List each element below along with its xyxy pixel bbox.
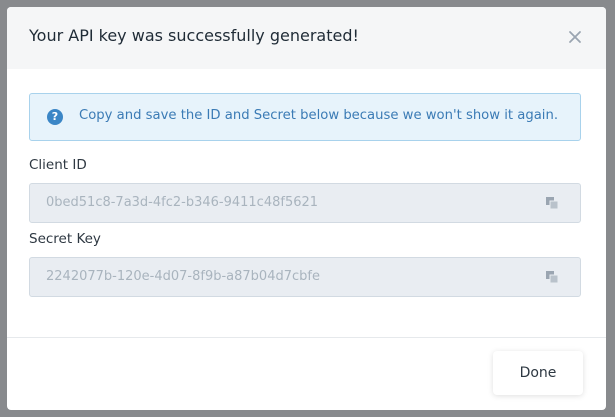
done-button[interactable]: Done — [493, 351, 583, 395]
modal-header: Your API key was successfully generated! — [7, 7, 606, 69]
close-button[interactable] — [565, 27, 585, 47]
copy-secret-key-button[interactable] — [545, 270, 559, 284]
alert-message: Copy and save the ID and Secret below be… — [79, 108, 559, 123]
info-alert: ? Copy and save the ID and Secret below … — [29, 93, 581, 141]
modal-title: Your API key was successfully generated! — [29, 26, 359, 45]
footer-divider — [7, 337, 606, 338]
close-icon — [569, 31, 581, 43]
client-id-label: Client ID — [29, 157, 87, 173]
question-circle-icon: ? — [47, 109, 63, 125]
secret-key-value[interactable]: 2242077b-120e-4d07-8f9b-a87b04d7cbfe — [46, 269, 320, 284]
secret-key-field[interactable]: 2242077b-120e-4d07-8f9b-a87b04d7cbfe — [29, 257, 581, 297]
client-id-field[interactable]: 0bed51c8-7a3d-4fc2-b346-9411c48f5621 — [29, 183, 581, 223]
api-key-modal: Your API key was successfully generated!… — [7, 7, 606, 410]
secret-key-label: Secret Key — [29, 231, 101, 247]
copy-icon — [546, 271, 559, 284]
client-id-value[interactable]: 0bed51c8-7a3d-4fc2-b346-9411c48f5621 — [46, 195, 318, 210]
copy-icon — [546, 197, 559, 210]
copy-client-id-button[interactable] — [545, 196, 559, 210]
